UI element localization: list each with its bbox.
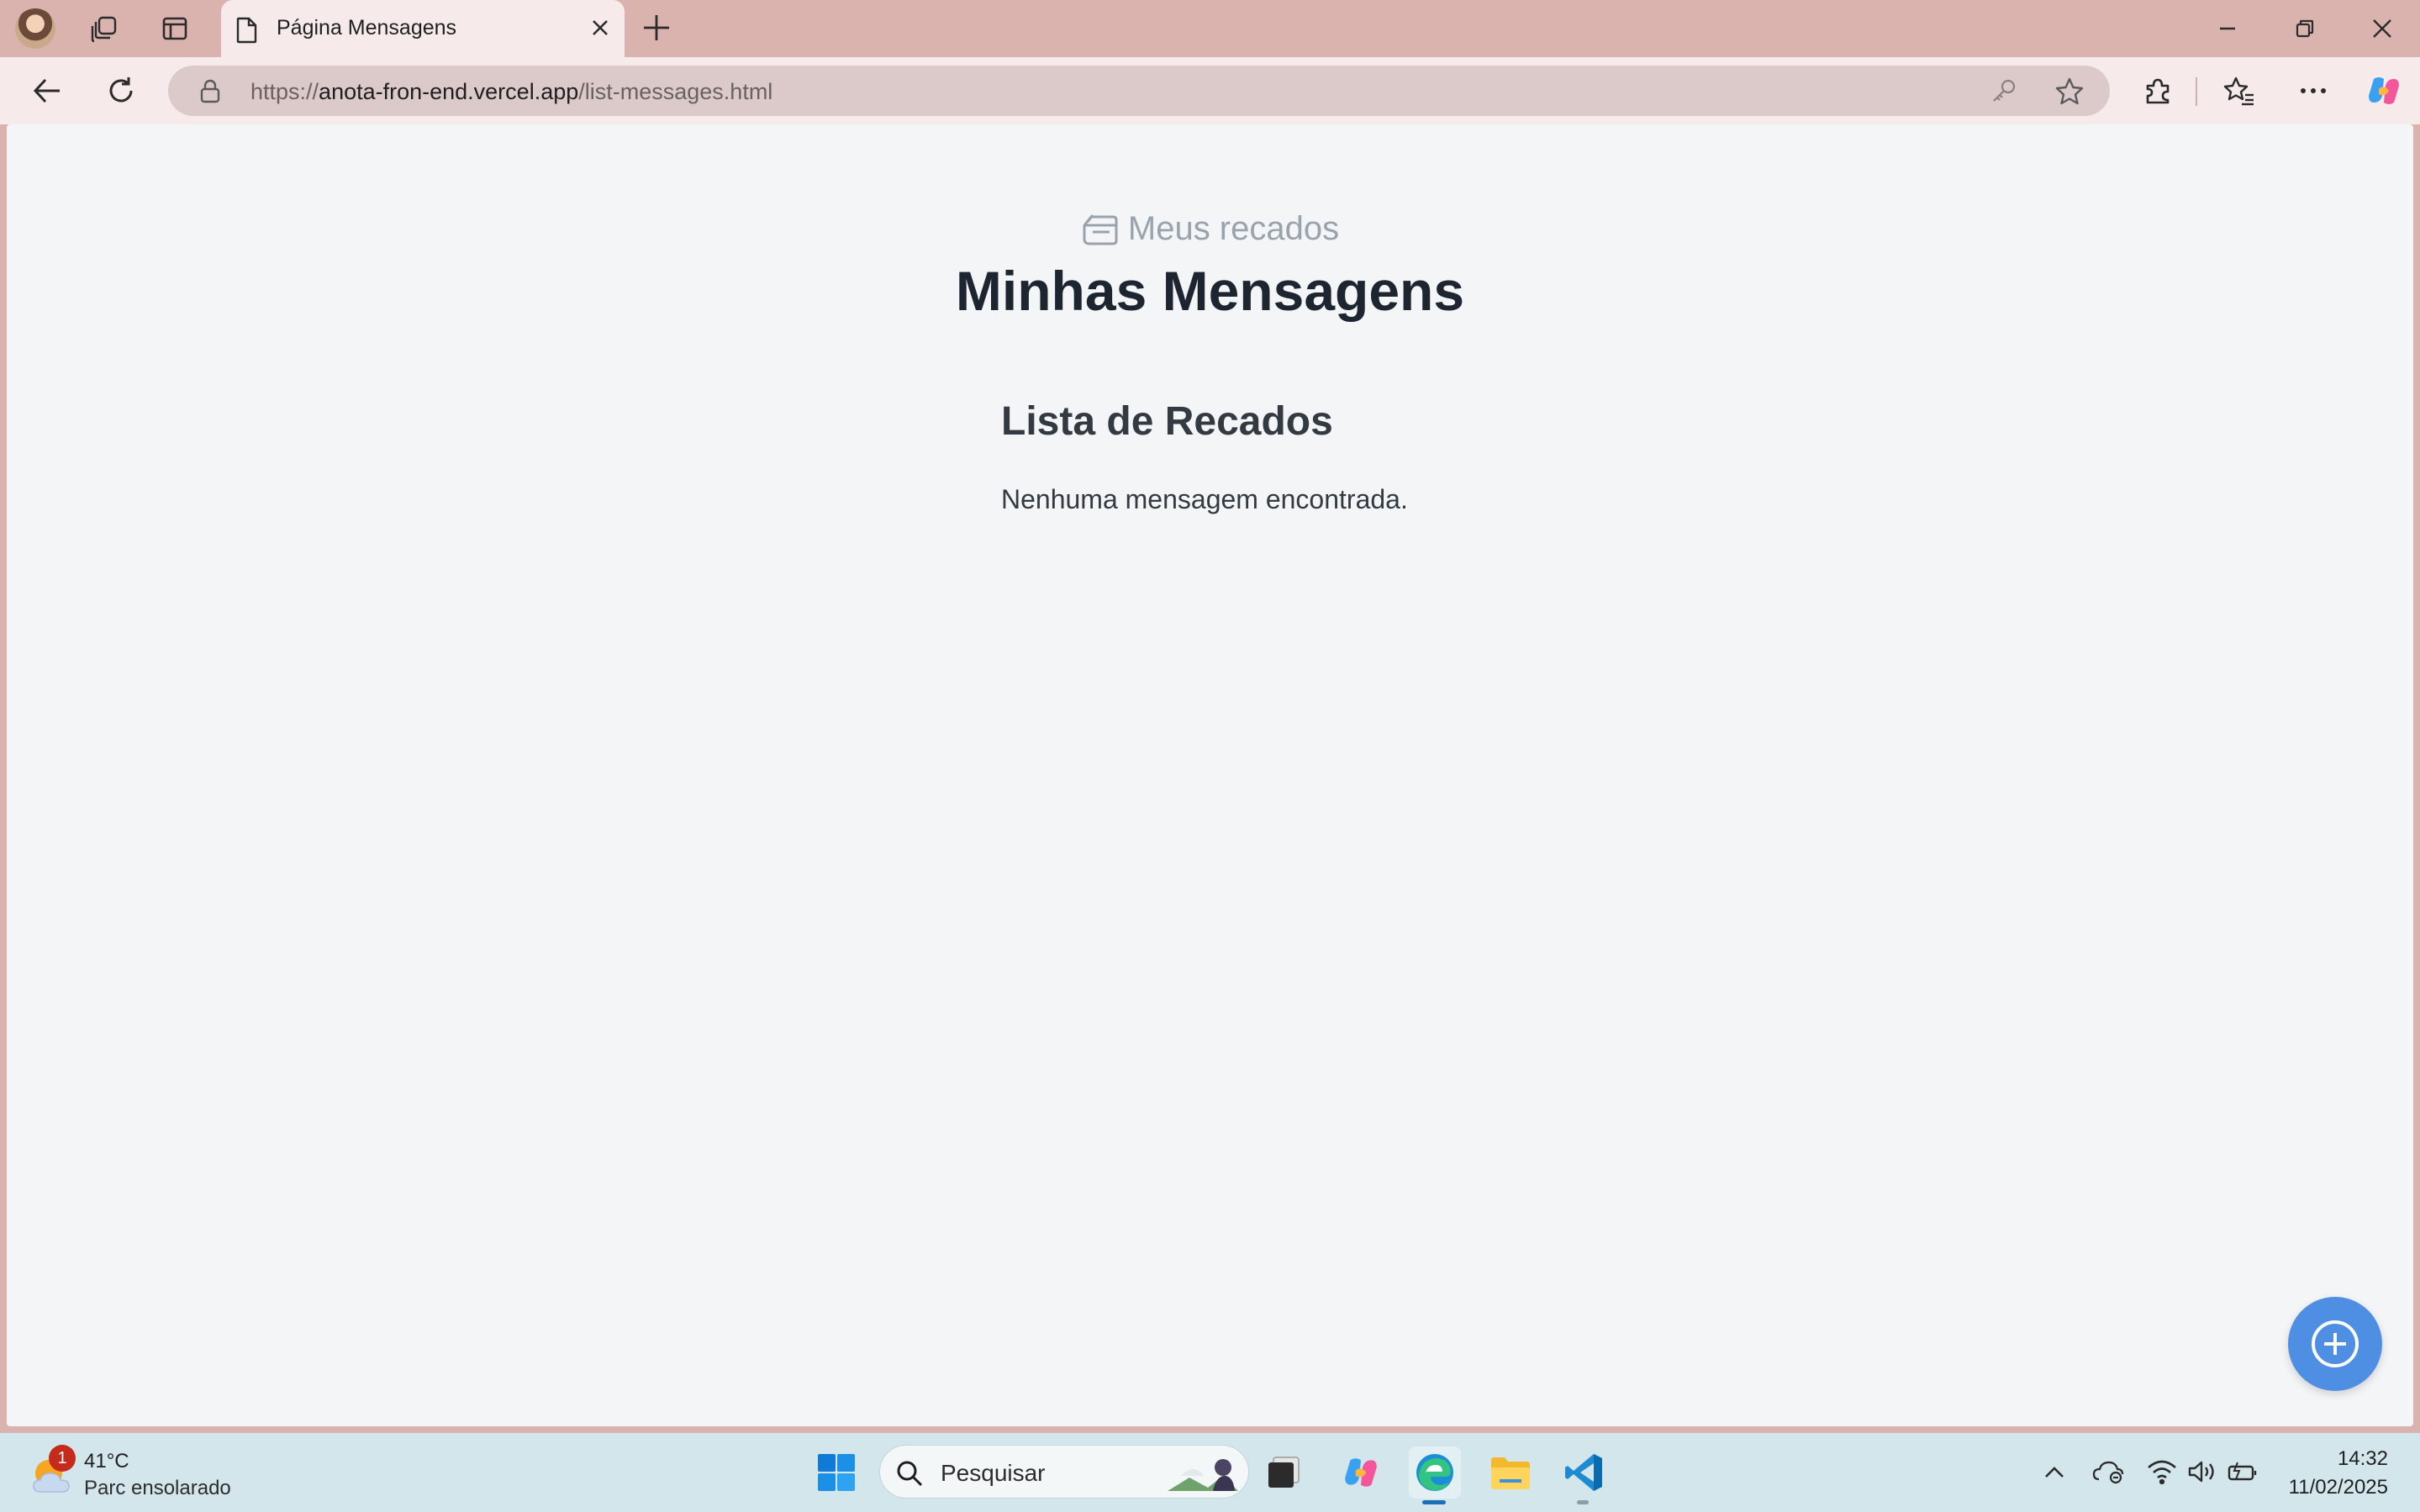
favorites-button[interactable] xyxy=(2219,71,2259,111)
search-highlight-illustration xyxy=(1164,1451,1240,1494)
taskbar-search[interactable]: Pesquisar xyxy=(879,1445,1249,1499)
vscode-running-indicator xyxy=(1577,1500,1589,1504)
title-bar: Página Mensagens xyxy=(0,0,2420,57)
onedrive-icon xyxy=(2092,1459,2124,1484)
weather-badge: 1 xyxy=(49,1445,76,1472)
volume-button[interactable] xyxy=(2185,1455,2219,1488)
refresh-icon xyxy=(105,75,137,107)
lock-icon[interactable] xyxy=(198,79,222,104)
file-explorer-icon xyxy=(1489,1454,1532,1491)
copilot-app-icon xyxy=(1342,1453,1380,1492)
copilot-app-button[interactable] xyxy=(1335,1446,1387,1499)
wifi-button[interactable] xyxy=(2145,1455,2179,1488)
task-view-icon xyxy=(1265,1454,1302,1491)
profile-avatar[interactable] xyxy=(15,8,55,49)
close-window-button[interactable] xyxy=(2364,12,2401,45)
new-tab-button[interactable] xyxy=(641,12,672,44)
back-button[interactable] xyxy=(27,71,67,111)
weather-widget[interactable]: 1 41°C Parc ensolarado xyxy=(30,1445,282,1504)
page-viewport: Meus recados Minhas Mensagens Lista de R… xyxy=(7,124,2413,1426)
toolbar-separator xyxy=(2196,77,2197,106)
restore-icon xyxy=(2294,18,2316,40)
weather-condition: Parc ensolarado xyxy=(84,1477,231,1499)
url-host: anota-fron-end.vercel.app xyxy=(319,79,579,104)
more-button[interactable] xyxy=(2293,71,2333,111)
task-view-button[interactable] xyxy=(1257,1446,1310,1499)
page-icon xyxy=(235,17,258,44)
section-title: Lista de Recados xyxy=(1001,399,1333,444)
volume-icon xyxy=(2187,1459,2217,1484)
clock-time: 14:32 xyxy=(2337,1447,2388,1470)
brand: Meus recados xyxy=(7,210,2413,248)
vscode-icon xyxy=(1563,1451,1605,1494)
plus-icon xyxy=(641,12,672,44)
plus-circle-icon xyxy=(2309,1318,2361,1370)
show-hidden-icons-button[interactable] xyxy=(2038,1455,2071,1488)
taskbar-clock[interactable]: 14:32 11/02/2025 xyxy=(2289,1445,2388,1502)
start-button[interactable] xyxy=(810,1446,862,1499)
search-placeholder: Pesquisar xyxy=(941,1460,1046,1486)
tab-title: Página Mensagens xyxy=(277,16,457,40)
restore-button[interactable] xyxy=(2286,12,2323,45)
edge-app-button[interactable] xyxy=(1409,1446,1461,1499)
extensions-button[interactable] xyxy=(2138,71,2178,111)
add-message-button[interactable] xyxy=(2288,1297,2382,1391)
minimize-icon xyxy=(2217,18,2238,40)
url-text[interactable]: https://anota-fron-end.vercel.app/list-m… xyxy=(250,79,772,105)
battery-icon xyxy=(2227,1461,2259,1483)
browser-toolbar: https://anota-fron-end.vercel.app/list-m… xyxy=(0,57,2420,124)
more-icon xyxy=(2299,87,2328,95)
empty-state-message: Nenhuma mensagem encontrada. xyxy=(1001,484,1408,514)
key-icon[interactable] xyxy=(1990,77,2017,104)
star-icon[interactable] xyxy=(2054,76,2085,107)
file-explorer-button[interactable] xyxy=(1484,1446,1537,1499)
chevron-up-icon xyxy=(2043,1464,2065,1479)
minimize-button[interactable] xyxy=(2209,12,2246,45)
url-scheme: https:// xyxy=(250,79,319,104)
extensions-icon xyxy=(2143,76,2173,106)
message-box-icon xyxy=(1081,212,1120,247)
taskbar: 1 41°C Parc ensolarado Pesquisar 14:32 1… xyxy=(0,1433,2420,1512)
copilot-icon xyxy=(2365,72,2402,109)
onedrive-button[interactable] xyxy=(2091,1455,2125,1488)
close-window-icon xyxy=(2370,17,2394,40)
clock-date: 11/02/2025 xyxy=(2288,1476,2388,1499)
windows-start-icon xyxy=(816,1452,857,1493)
brand-label: Meus recados xyxy=(1127,210,1340,247)
url-path: /list-messages.html xyxy=(578,79,773,104)
edge-icon xyxy=(1414,1451,1456,1494)
wifi-icon xyxy=(2147,1459,2177,1484)
favorites-icon xyxy=(2223,75,2255,107)
weather-temperature: 41°C xyxy=(84,1450,129,1472)
battery-button[interactable] xyxy=(2226,1455,2259,1488)
vertical-tabs-icon[interactable] xyxy=(156,10,193,47)
workspaces-icon[interactable] xyxy=(86,10,123,47)
tab-pagina-mensagens[interactable]: Página Mensagens xyxy=(221,0,625,57)
search-icon xyxy=(895,1459,924,1488)
address-bar[interactable]: https://anota-fron-end.vercel.app/list-m… xyxy=(168,66,2110,116)
back-icon xyxy=(31,75,63,107)
close-icon[interactable] xyxy=(588,15,613,40)
page-title: Minhas Mensagens xyxy=(955,260,1465,322)
vscode-button[interactable] xyxy=(1558,1446,1611,1499)
refresh-button[interactable] xyxy=(101,71,141,111)
copilot-button[interactable] xyxy=(2364,71,2404,111)
edge-active-indicator xyxy=(1422,1500,1446,1504)
